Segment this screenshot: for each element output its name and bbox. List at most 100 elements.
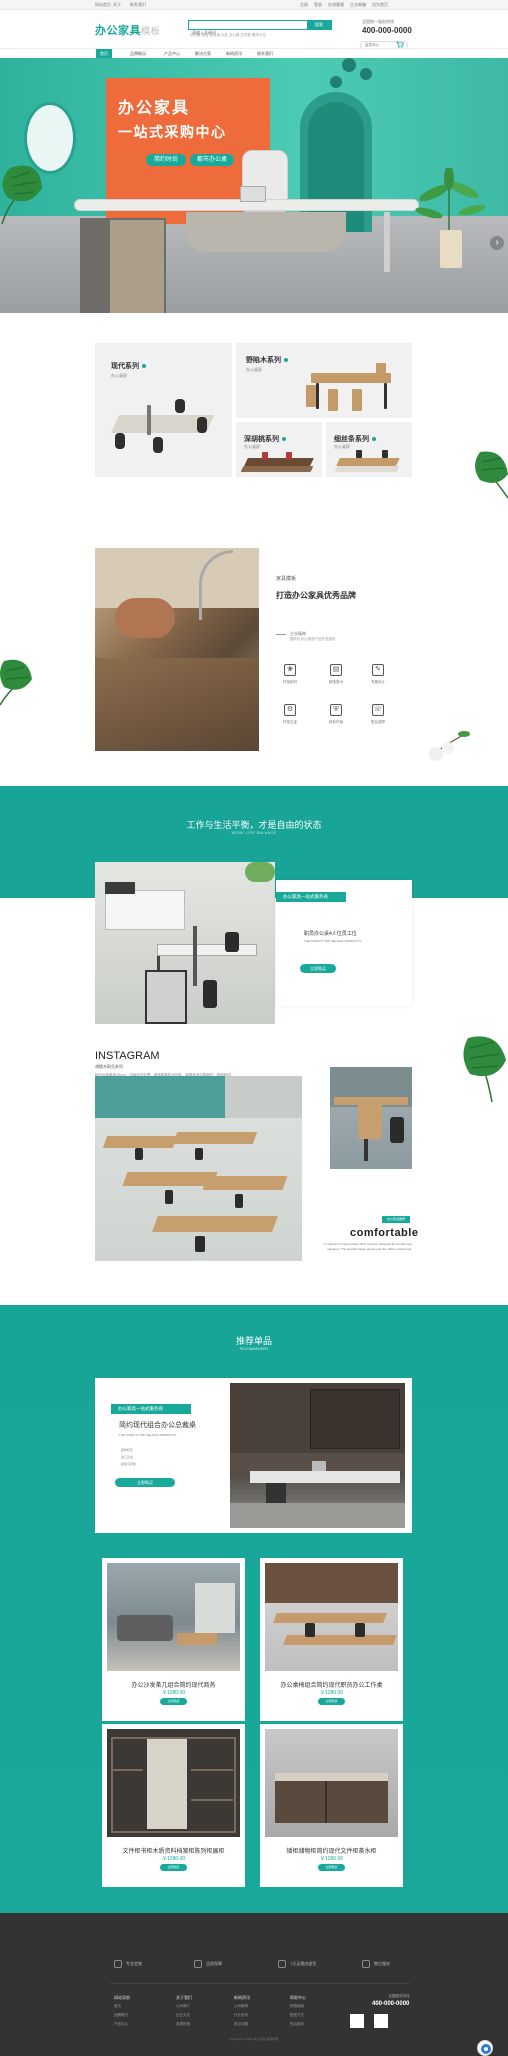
table-leg — [384, 383, 387, 409]
table-leg — [316, 383, 319, 409]
product-card[interactable]: 矮柜储物柜简约现代文件柜茶水柜 ￥1280.00 立即购买 — [260, 1724, 403, 1887]
chair-illustration — [352, 389, 362, 411]
footer-service: 7天无理由退货 — [278, 1960, 316, 1968]
featured-bullet: · 颜色可定制 — [119, 1462, 136, 1466]
top-link[interactable]: 登录 — [314, 2, 322, 8]
hero-banner: 办公家具 一站式采购中心 简约时尚 都市办公桌 › — [0, 58, 508, 313]
footer-link[interactable]: 配送方式 — [290, 2011, 306, 2020]
chair-illustration — [262, 452, 268, 460]
featured-bullet: · 进口五金 — [119, 1455, 133, 1459]
footer-link[interactable]: 发展历程 — [176, 2020, 192, 2029]
top-link[interactable]: 设为首页 — [372, 2, 388, 8]
top-link[interactable]: 注册 — [300, 2, 308, 8]
logo[interactable]: 办公家具模板 — [95, 22, 160, 38]
instagram-subtitle: 胡桃木职员系列 — [95, 1064, 123, 1069]
comfortable-tag: 办公家具推荐 — [382, 1216, 410, 1223]
hot-words[interactable]: 办公桌 班台 会议桌 沙发 办公椅 文件柜 屏风卡位 — [190, 33, 266, 38]
footer-service-label: 7天无理由退货 — [290, 1961, 317, 1967]
product-image — [330, 1067, 412, 1169]
monstera-leaf-icon — [0, 659, 32, 706]
footer-column-head: 新闻资讯 — [234, 1995, 250, 2000]
product-card[interactable]: 办公沙发茶几组合简约现代商务 ￥1280.00 立即购买 — [102, 1558, 245, 1721]
feature-item: ▤ 精选原木 — [322, 664, 350, 685]
divider — [276, 634, 286, 635]
footer-link[interactable]: 售后服务 — [290, 2020, 306, 2029]
chair-illustration — [382, 450, 388, 458]
footer-column: 帮助中心 购物指南 配送方式 售后服务 — [290, 1993, 306, 2029]
copyright: Copyright © 2020 办公家具 版权所有 — [229, 2037, 279, 2041]
chair-illustration — [115, 433, 125, 449]
footer-link[interactable]: 品牌概况 — [114, 2011, 130, 2020]
feature-label: 精选原木 — [329, 680, 343, 684]
footer-link[interactable]: 公司新闻 — [234, 2002, 250, 2011]
product-name: 矮柜储物柜简约现代文件柜茶水柜 — [286, 1849, 377, 1855]
chair-illustration — [376, 363, 386, 379]
brand-sub-2: 国际化办公用品产品开发团队 — [290, 637, 336, 641]
laptop-icon — [240, 186, 266, 202]
hero-next-button[interactable]: › — [490, 236, 504, 250]
product-name: 办公桌椅组合简约现代职员办公工作桌 — [280, 1683, 383, 1689]
hotline: 全国统一服务热线 400-000-0000 — [362, 19, 412, 35]
buy-button[interactable]: 立即购买 — [300, 964, 336, 973]
plant-pot — [440, 230, 462, 268]
footer — [0, 1913, 508, 2056]
search-box: 搜索 — [188, 20, 332, 37]
buy-button[interactable]: 立即购买 — [160, 1864, 187, 1871]
logo-sub: 模板 — [141, 26, 161, 36]
hero-button-1[interactable]: 简约时尚 — [146, 154, 186, 166]
monstera-leaf-icon — [1, 165, 42, 224]
custom-icon — [114, 1960, 122, 1968]
chat-float-button[interactable] — [477, 2040, 493, 2056]
hardware-icon: ⚙ — [284, 704, 296, 716]
service-icon: ☏ — [372, 704, 384, 716]
footer-link[interactable]: 产品中心 — [114, 2020, 130, 2029]
footer-service: 专业定制 — [114, 1960, 142, 1968]
section-title: 工作与生活平衡，才是自由的状态 — [186, 820, 322, 830]
product-card[interactable]: 办公桌椅组合简约现代职员办公工作桌 ￥1280.00 立即购买 — [260, 1558, 403, 1721]
desk-cabinet-panel — [110, 220, 164, 313]
footer-link[interactable]: 企业文化 — [176, 2011, 192, 2020]
main-nav: 首页 品牌概况 产品中心 解决方案 新闻资讯 联系我们 — [0, 48, 508, 59]
footer-contact: 全国服务热线 400-000-0000 — [372, 1994, 409, 2007]
featured-image — [230, 1383, 405, 1528]
series-title-text: 现代系列 — [111, 363, 139, 370]
hero-title-2: 一站式采购中心 — [118, 124, 227, 140]
feature-item: ☏ 售后保障 — [364, 704, 392, 725]
buy-button[interactable]: 立即购买 — [318, 1864, 345, 1871]
top-link[interactable]: 在线客服 — [328, 2, 344, 8]
search-button[interactable]: 搜索 — [307, 21, 331, 29]
top-link[interactable]: 网站首页 — [95, 2, 111, 8]
featured-title: 简约现代组合办公总裁桌 — [119, 1422, 196, 1429]
top-link[interactable]: 联系我们 — [130, 2, 146, 8]
top-link[interactable]: 企业邮箱 — [350, 2, 366, 8]
footer-link[interactable]: 行业资讯 — [234, 2011, 250, 2020]
footer-service: 售后服务 — [362, 1960, 390, 1968]
product-price: ￥1280.00 — [161, 1856, 186, 1862]
lamp-icon — [342, 58, 356, 72]
footer-link[interactable]: 常见问题 — [234, 2020, 250, 2029]
buy-button[interactable]: 立即购买 — [318, 1698, 345, 1705]
featured-subtitle: THE TODAY'S TOP SELLING PRODUCTS — [119, 1433, 177, 1437]
footer-link[interactable]: 首页 — [114, 2002, 130, 2011]
buy-button[interactable]: 立即购买 — [160, 1698, 187, 1705]
buy-button[interactable]: 立即购买 — [115, 1478, 175, 1487]
chair-illustration — [356, 450, 362, 458]
product-card[interactable]: 文件柜书柜木质资料档案柜陈列柜展柜 ￥1280.00 立即购买 — [102, 1724, 245, 1887]
feature-label: 环保五金 — [283, 720, 297, 724]
desk-panel — [186, 212, 346, 252]
craft-image — [95, 548, 259, 751]
series-card[interactable]: 深胡桃系列 办公桌屏 — [236, 422, 322, 477]
series-title: 野陷木系列 — [246, 355, 288, 365]
series-card[interactable]: 野陷木系列 办公桌屏 — [236, 343, 412, 418]
top-link[interactable]: 关于 — [113, 2, 121, 8]
featured-tag: 办公家具一站式服务商 — [111, 1404, 191, 1414]
section-title: 推荐单品 — [235, 1336, 272, 1346]
series-card[interactable]: 细丝条系列 办公桌屏 — [326, 422, 412, 477]
lamp-icon — [330, 76, 342, 88]
footer-link[interactable]: 购物指南 — [290, 2002, 306, 2011]
footer-link[interactable]: 公司简介 — [176, 2002, 192, 2011]
hero-button-2[interactable]: 都市办公桌 — [190, 154, 234, 166]
series-card[interactable]: 现代系列 办公桌屏 — [95, 343, 232, 477]
product-price: ￥1280.00 — [161, 1690, 186, 1696]
product-image — [265, 1563, 398, 1671]
